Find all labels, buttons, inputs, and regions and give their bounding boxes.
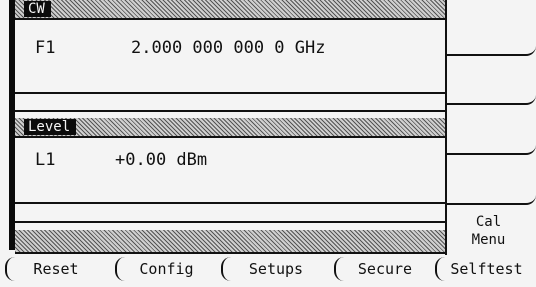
frequency-label: F1 — [35, 38, 56, 58]
level-value[interactable]: +0.00 dBm — [115, 150, 207, 170]
softkey-2[interactable] — [447, 56, 536, 105]
setups-button[interactable]: Setups — [221, 257, 329, 281]
softkey-4[interactable] — [447, 155, 536, 205]
cw-panel-title: CW — [24, 1, 51, 17]
level-panel-title: Level — [24, 119, 77, 135]
cal-menu-label-line1: Cal — [475, 214, 502, 230]
level-panel-titlebar: Level — [15, 118, 445, 136]
secure-button[interactable]: Secure — [334, 257, 434, 281]
cal-menu-softkey[interactable]: Cal Menu — [447, 205, 536, 255]
main-display-area: CW F1 2.000 000 000 0 GHz Level L1 +0.00… — [15, 0, 445, 255]
divider — [15, 202, 445, 204]
level-label: L1 — [35, 150, 56, 170]
softkey-1[interactable] — [447, 0, 536, 56]
bottom-menu-bar: Reset Config Setups Secure Selftest — [0, 255, 536, 287]
status-strip — [15, 230, 445, 252]
cw-panel-titlebar: CW — [15, 0, 445, 18]
divider — [15, 252, 445, 254]
instrument-display: CW F1 2.000 000 000 0 GHz Level L1 +0.00… — [0, 0, 536, 287]
divider — [15, 92, 445, 94]
selftest-button[interactable]: Selftest — [435, 257, 536, 281]
softkey-column: Cal Menu — [447, 0, 536, 255]
divider — [15, 110, 445, 112]
divider — [15, 221, 445, 223]
divider — [15, 18, 445, 20]
divider — [15, 136, 445, 138]
config-button[interactable]: Config — [115, 257, 216, 281]
softkey-3[interactable] — [447, 105, 536, 155]
reset-button[interactable]: Reset — [5, 257, 105, 281]
cal-menu-label-line2: Menu — [471, 232, 506, 248]
frequency-value[interactable]: 2.000 000 000 0 GHz — [131, 38, 325, 58]
